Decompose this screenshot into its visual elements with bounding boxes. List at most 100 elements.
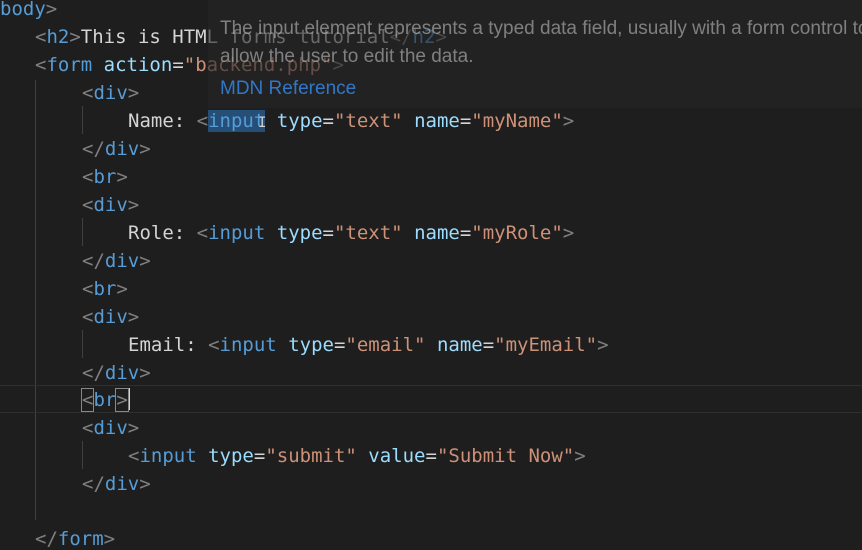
punct: <: [82, 278, 94, 300]
attr-name: type: [288, 334, 334, 356]
code-line-div-close[interactable]: </div>: [82, 135, 151, 163]
tag-name: div: [104, 138, 140, 160]
code-line-div-open[interactable]: <div>: [82, 79, 139, 107]
punct: >: [116, 166, 128, 188]
tag-name: div: [104, 250, 140, 272]
code-line-br-current[interactable]: <br>: [80, 386, 130, 414]
punct: >: [127, 82, 140, 104]
code-line-div-close[interactable]: </div>: [82, 359, 151, 387]
code-line-email-input[interactable]: Email: <input type="email" name="myEmail…: [128, 331, 609, 359]
punct: >: [139, 473, 151, 495]
hover-description: The input element represents a typed dat…: [220, 18, 862, 67]
code-line-name-input[interactable]: Name: <input type="text" name="myName">: [128, 107, 574, 135]
tag-name: br: [93, 278, 117, 300]
tag-name-hovered[interactable]: input: [208, 110, 266, 132]
punct: <: [196, 222, 209, 244]
code-editor[interactable]: body> <h2>This is HTML forms tutorial</h…: [0, 0, 862, 550]
tag-name: br: [93, 166, 117, 188]
attr-name: type: [276, 222, 323, 244]
mdn-reference-link[interactable]: MDN Reference: [220, 78, 356, 100]
field-label: Email:: [128, 334, 209, 356]
code-line-submit-input[interactable]: <input type="submit" value="Submit Now">: [128, 442, 586, 470]
punct: =: [459, 222, 472, 244]
punct: <: [196, 110, 209, 132]
mouse-ibeam-icon: I: [258, 115, 267, 131]
tag-name: div: [104, 473, 140, 495]
code-line-div-open[interactable]: <div>: [82, 414, 139, 442]
punct: >: [574, 445, 586, 467]
punct: </: [82, 250, 105, 272]
attr-value: "myEmail": [494, 334, 598, 356]
tag-name: input: [208, 222, 266, 244]
attr-name: type: [208, 445, 254, 467]
code-line-body-open[interactable]: body>: [0, 0, 57, 23]
attr-name: name: [414, 222, 460, 244]
code-line-div-close[interactable]: </div>: [82, 247, 151, 275]
tag-name: form: [57, 528, 104, 550]
punct: </: [82, 473, 105, 495]
punct: >: [45, 0, 58, 20]
code-line-br[interactable]: <br>: [82, 275, 128, 303]
attr-value: "Submit Now": [436, 445, 575, 467]
punct: >: [597, 334, 609, 356]
indent-guide: [82, 441, 83, 469]
punct: >: [139, 362, 151, 384]
indent-guide: [82, 106, 83, 134]
punct: >: [139, 138, 151, 160]
tag-name: div: [93, 194, 128, 216]
punct: </: [82, 138, 105, 160]
indent-guide: [82, 330, 83, 358]
code-line-div-close[interactable]: </div>: [82, 470, 151, 498]
attr-name: name: [414, 110, 460, 132]
punct: >: [127, 306, 140, 328]
tag-name: h2: [46, 26, 70, 48]
punct: >: [562, 222, 575, 244]
tag-name: div: [93, 306, 128, 328]
punct: <: [82, 194, 94, 216]
indent-guide: [82, 218, 83, 246]
tag-name: div: [93, 417, 128, 439]
punct: =: [172, 54, 184, 76]
attr-value: "email": [345, 334, 426, 356]
tag-name: input: [139, 445, 197, 467]
punct: <: [82, 306, 94, 328]
punct: =: [482, 334, 495, 356]
attr-value: "myRole": [471, 222, 563, 244]
hover-tooltip: The input element represents a typed dat…: [208, 0, 862, 108]
punct: </: [35, 528, 58, 550]
punct: =: [425, 445, 437, 467]
bracket-match: <: [80, 388, 95, 412]
punct: <: [82, 417, 94, 439]
punct: >: [127, 194, 140, 216]
punct: </: [82, 362, 105, 384]
field-label: Role:: [128, 222, 197, 244]
tag-name: div: [104, 362, 140, 384]
code-line-form-close[interactable]: </form>: [35, 525, 115, 550]
punct: >: [116, 278, 128, 300]
punct: =: [322, 222, 334, 244]
attr-value: "text": [333, 110, 403, 132]
punct: <: [35, 26, 47, 48]
code-line-div-open[interactable]: <div>: [82, 191, 139, 219]
attr-name: value: [368, 445, 426, 467]
bracket-match: >: [115, 388, 129, 412]
punct: >: [562, 110, 575, 132]
tag-name: div: [93, 82, 128, 104]
code-line-br[interactable]: <br>: [82, 163, 128, 191]
attr-value: "myName": [471, 110, 563, 132]
punct: =: [333, 334, 346, 356]
code-line-role-input[interactable]: Role: <input type="text" name="myRole">: [128, 219, 574, 247]
punct: <: [128, 445, 140, 467]
indent-guide: [35, 80, 36, 520]
punct: <: [208, 334, 220, 356]
punct: =: [253, 445, 266, 467]
code-line-div-open[interactable]: <div>: [82, 303, 139, 331]
punct: <: [35, 54, 47, 76]
punct: >: [69, 26, 81, 48]
tag-name: input: [219, 334, 277, 356]
attr-value: "text": [333, 222, 403, 244]
attr-value: "submit": [265, 445, 357, 467]
tag-name: br: [93, 389, 117, 411]
attr-name: type: [276, 110, 323, 132]
text-cursor: [127, 388, 130, 410]
